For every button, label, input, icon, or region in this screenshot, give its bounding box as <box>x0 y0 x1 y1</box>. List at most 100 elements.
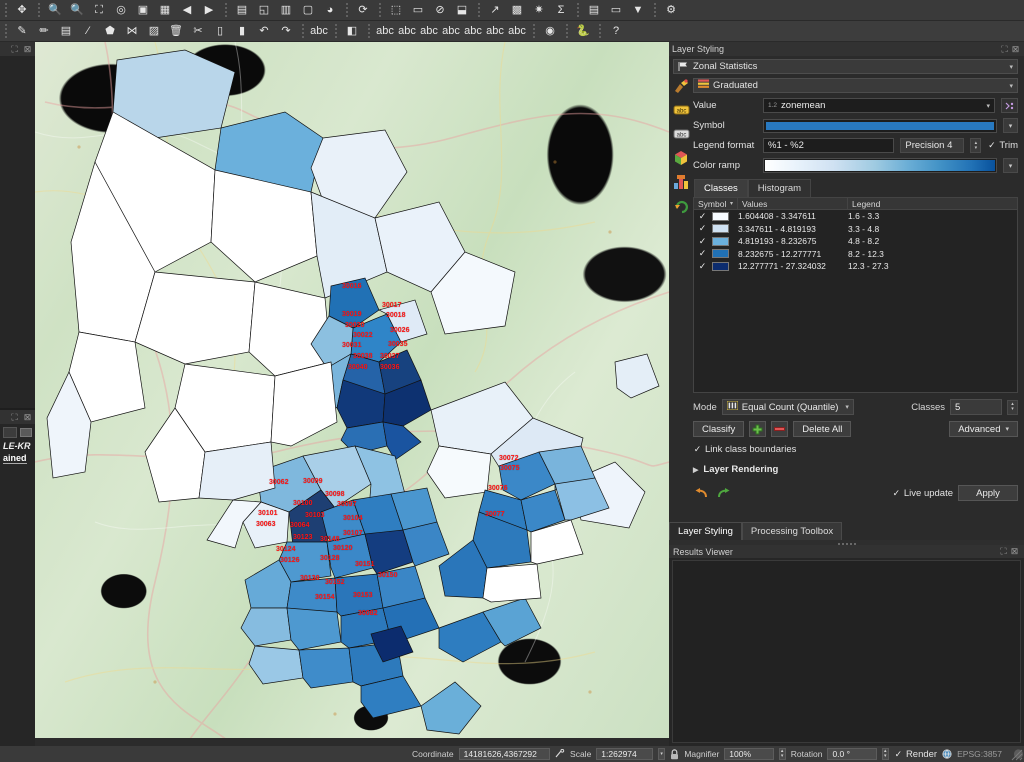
class-symbol-cell[interactable]: ✓ <box>694 237 738 246</box>
expression-builder-button[interactable] <box>1001 98 1018 113</box>
close-icon[interactable]: ⊠ <box>1009 546 1020 557</box>
styling-tab-rail[interactable]: abc abc <box>669 74 693 522</box>
tab-histogram[interactable]: Histogram <box>748 179 811 197</box>
3d-view-icon[interactable] <box>669 146 693 170</box>
show-unplaced-labels-icon[interactable]: abc <box>484 21 506 41</box>
scale-dropdown[interactable]: ▾ <box>658 748 665 760</box>
layer-rendering-section[interactable]: ▶ Layer Rendering <box>693 464 1018 475</box>
metasearch-icon[interactable]: ◉ <box>539 21 561 41</box>
table-row[interactable]: ✓8.232675 - 12.2777718.2 - 12.3 <box>694 248 1017 261</box>
chevron-down-icon[interactable]: ▾ <box>845 403 849 411</box>
new-print-layout-icon[interactable]: ▥ <box>275 0 297 20</box>
coordinate-field[interactable]: 14181626,4367292 <box>459 748 550 760</box>
close-icon[interactable]: ⊠ <box>22 44 33 55</box>
table-row[interactable]: ✓4.819193 - 8.2326754.8 - 8.2 <box>694 235 1017 248</box>
apply-button[interactable]: Apply <box>958 485 1018 501</box>
class-symbol-cell[interactable]: ✓ <box>694 224 738 233</box>
class-color-swatch[interactable] <box>712 262 729 271</box>
class-color-swatch[interactable] <box>712 237 729 246</box>
zoom-layer-icon[interactable]: ▣ <box>132 0 154 20</box>
pan-map-icon[interactable]: ✥ <box>11 0 33 20</box>
legend-format-input[interactable]: %1 - %2 <box>763 138 894 153</box>
statistical-summary-icon[interactable]: ▩ <box>506 0 528 20</box>
rotate-label-icon[interactable]: abc <box>440 21 462 41</box>
resize-grip[interactable] <box>1008 746 1024 762</box>
undock-icon[interactable]: ⛶ <box>998 546 1009 557</box>
chevron-down-icon[interactable]: ▾ <box>986 102 990 110</box>
magnifier-stepper[interactable]: ▴▾ <box>779 748 786 760</box>
checkmark-icon[interactable]: ✓ <box>698 212 707 221</box>
table-row[interactable]: ✓3.347611 - 4.8191933.3 - 4.8 <box>694 223 1017 236</box>
main-toolbar-row-1[interactable]: ✥🔍🔍⛶◎▣▦◀▶▤◱▥▢◕⟳⬚▭⊘⬓↗▩✷Σ▤▭▼⚙ <box>0 0 1024 21</box>
left-dock-input[interactable] <box>3 427 17 438</box>
save-layer-edits-icon[interactable]: ▤ <box>55 21 77 41</box>
zoom-in-icon[interactable]: 🔍 <box>44 0 66 20</box>
temporal-controller-icon[interactable]: ◕ <box>319 0 341 20</box>
class-legend-cell[interactable]: 3.3 - 4.8 <box>848 224 1017 234</box>
zoom-last-icon[interactable]: ◀ <box>176 0 198 20</box>
history-icon[interactable] <box>669 194 693 218</box>
zoom-out-icon[interactable]: 🔍 <box>66 0 88 20</box>
class-color-swatch[interactable] <box>712 212 729 221</box>
mode-selector[interactable]: Equal Count (Quantile) ▾ <box>722 399 854 415</box>
measure-line-icon[interactable]: ▭ <box>605 0 627 20</box>
class-color-swatch[interactable] <box>712 249 729 258</box>
class-values-cell[interactable]: 12.277771 - 27.324032 <box>738 261 848 271</box>
color-ramp-dropdown-button[interactable]: ▾ <box>1003 158 1018 173</box>
table-row[interactable]: ✓ 12.277771 - 27.32403212.3 - 27.3 <box>694 260 1017 273</box>
results-viewer-body[interactable] <box>672 560 1021 743</box>
cut-features-icon[interactable]: ✂ <box>187 21 209 41</box>
classes-count-field[interactable]: 5 <box>950 399 1002 415</box>
undo-icon[interactable]: ↶ <box>253 21 275 41</box>
render-checkbox[interactable]: ✓ Render <box>894 749 937 760</box>
add-polygon-feature-icon[interactable]: ⬟ <box>99 21 121 41</box>
classes-count-stepper[interactable]: ▴▾ <box>1007 400 1018 415</box>
python-console-icon[interactable]: 🐍 <box>572 21 594 41</box>
main-toolbar-row-2[interactable]: ✎✏▤⁄⬟⋈▨🗑✂▯▮↶↷abc◧abcabcabcabcabcabcabc◉🐍… <box>0 21 1024 42</box>
style-manager-icon[interactable]: ◧ <box>341 21 363 41</box>
class-color-swatch[interactable] <box>712 224 729 233</box>
redo-icon[interactable]: ↷ <box>275 21 297 41</box>
trim-checkbox[interactable]: ✓ Trim <box>987 140 1018 151</box>
color-ramp-preview[interactable] <box>763 158 997 173</box>
undock-icon[interactable]: ⛶ <box>9 412 20 423</box>
pin-labels-icon[interactable]: abc <box>374 21 396 41</box>
symbol-dropdown-button[interactable]: ▾ <box>1003 118 1018 133</box>
new-map-view-icon[interactable]: ▤ <box>231 0 253 20</box>
crs-label[interactable]: EPSG:3857 <box>957 749 1002 759</box>
label-icon[interactable]: abc <box>308 21 330 41</box>
class-symbol-cell[interactable]: ✓ <box>694 212 738 221</box>
masks-icon[interactable]: abc <box>669 122 693 146</box>
close-icon[interactable]: ⊠ <box>22 412 33 423</box>
classes-table-body[interactable]: ✓ 1.604408 - 3.3476111.6 - 3.3 ✓3.347611 -… <box>694 210 1017 273</box>
deselect-icon[interactable]: ▭ <box>407 0 429 20</box>
paste-features-icon[interactable]: ▮ <box>231 21 253 41</box>
renderer-type-selector[interactable]: Graduated ▾ <box>693 78 1018 93</box>
current-edits-icon[interactable]: ✎ <box>11 21 33 41</box>
lock-scale-icon[interactable] <box>670 748 679 760</box>
layer-selector[interactable]: Zonal Statistics ▾ <box>673 59 1018 74</box>
help-icon[interactable]: ? <box>605 21 627 41</box>
diagrams-icon[interactable] <box>669 170 693 194</box>
class-legend-cell[interactable]: 1.6 - 3.3 <box>848 211 1017 221</box>
open-attribute-table-icon[interactable]: ▤ <box>583 0 605 20</box>
checkmark-icon[interactable]: ✓ <box>698 262 707 271</box>
tab-classes[interactable]: Classes <box>694 179 748 197</box>
show-layout-manager-icon[interactable]: ▢ <box>297 0 319 20</box>
toggle-editing-icon[interactable]: ✏ <box>33 21 55 41</box>
refresh-icon[interactable]: ⟳ <box>352 0 374 20</box>
zoom-next-icon[interactable]: ▶ <box>198 0 220 20</box>
class-legend-cell[interactable]: 12.3 - 27.3 <box>848 261 1017 271</box>
bottom-dock-tabs[interactable]: Layer StylingProcessing Toolbox <box>669 522 1024 540</box>
close-icon[interactable]: ⊠ <box>1010 44 1021 55</box>
class-values-cell[interactable]: 1.604408 - 3.347611 <box>738 211 848 221</box>
zoom-full-icon[interactable]: ⛶ <box>88 0 110 20</box>
classes-histogram-tabs[interactable]: ClassesHistogram <box>693 179 1018 197</box>
checkmark-icon[interactable]: ✓ <box>698 224 707 233</box>
checkmark-icon[interactable]: ✓ <box>698 237 707 246</box>
change-label-properties-icon[interactable]: abc <box>506 21 528 41</box>
value-field[interactable]: 1.2 zonemean ▾ <box>763 98 995 113</box>
precision-field[interactable]: Precision 4 <box>900 138 964 153</box>
redo-button[interactable] <box>715 485 732 501</box>
delete-all-button[interactable]: Delete All <box>793 421 851 437</box>
